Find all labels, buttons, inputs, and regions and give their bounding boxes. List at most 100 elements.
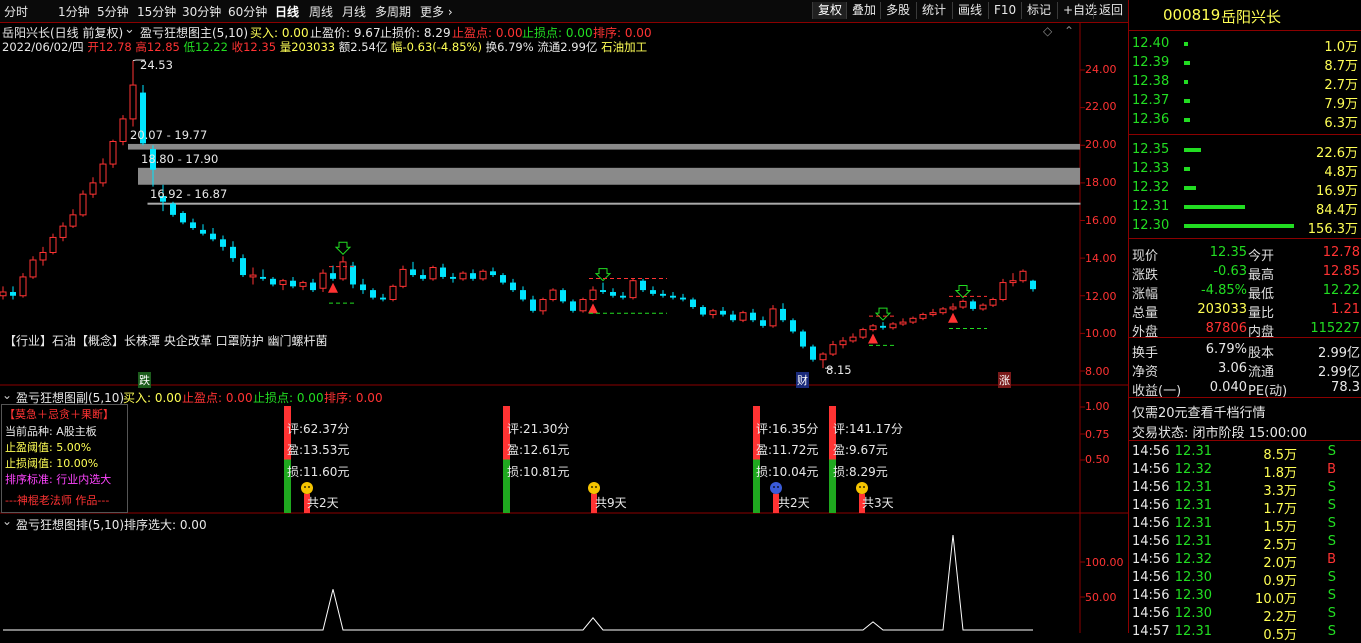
tick-time: 14:56 [1132,534,1170,549]
period-tab-fenshi[interactable]: 分时 [4,3,28,20]
stat-label: 最高 [1248,268,1275,283]
mark-button[interactable]: 标记 [1021,2,1056,19]
stock-name: 岳阳兴长 [1221,8,1282,26]
signal-loss: 损:10.81元 [507,465,570,479]
period-tab-multi[interactable]: 多周期 [375,3,411,20]
back-button[interactable]: 返回 [1093,2,1128,19]
candle-body [249,274,257,278]
promo-link[interactable]: 仅需20元查看千档行情 [1132,402,1266,421]
tick-row: 14:56 12.31 2.5万 S [1129,533,1361,553]
emoji-eye [859,486,861,488]
stat-label: 涨幅 [1132,287,1159,302]
info-line: 当前品种: A股主板 [5,425,97,438]
bid-volume: 84.4万 [1316,203,1358,218]
candle-body [959,300,967,308]
signal-score: 评:62.37分 [287,422,350,436]
fuquan-button[interactable]: 复权 [812,2,848,19]
tick-price: 12.30 [1174,606,1212,621]
candle-body [670,295,676,298]
emoji-eye [863,486,865,488]
tick-price: 12.31 [1174,444,1212,459]
tick-price: 12.31 [1174,516,1212,531]
axis-tick: 10.00 [1085,327,1117,340]
tick-price: 12.32 [1174,552,1212,567]
tick-row: 14:56 12.32 1.8万 B [1129,461,1361,481]
stat-value: 87806 [1205,321,1247,336]
tick-time: 14:56 [1132,606,1170,621]
stat-value: 0.040 [1209,380,1247,395]
tick-side: S [1327,534,1336,549]
die-marker[interactable]: 跌 [138,372,151,388]
zhang-marker[interactable]: 涨 [998,372,1011,388]
candle-body [520,290,526,300]
ask-price: 12.37 [1132,93,1170,108]
statistics-button[interactable]: 统计 [916,2,951,19]
tick-side: S [1327,498,1336,513]
multi-stock-button[interactable]: 多股 [880,2,915,19]
period-toolbar: 分时 1分钟 5分钟 15分钟 30分钟 60分钟 日线 周线 月线 多周期 更… [0,0,1128,23]
signal-score: 评:141.17分 [833,422,904,436]
period-tab-30min[interactable]: 30分钟 [182,3,221,20]
signal-profit: 盈:11.72元 [756,443,819,457]
candle-body [360,284,366,291]
kline-chart[interactable] [0,22,1128,633]
signal-score: 评:21.30分 [507,422,570,436]
overlay-button[interactable]: 叠加 [846,2,881,19]
period-tab-60min[interactable]: 60分钟 [228,3,267,20]
tick-time: 14:56 [1132,516,1170,531]
candle-body [989,299,997,306]
candle-body [880,325,886,328]
candle-body [79,193,87,216]
volume-bar [1184,61,1190,65]
f10-button[interactable]: F10 [988,2,1021,19]
cai-marker[interactable]: 财 [796,372,809,388]
candle-body [730,314,736,321]
stat-value: 12.35 [1209,245,1247,260]
sub1-dropdown-icon[interactable]: ⌄ [2,388,12,402]
candle-body [600,290,606,292]
period-tab-15min[interactable]: 15分钟 [137,3,176,20]
sub1-stop-loss: 止损点: 0.00 [253,391,324,405]
volume-bar [1184,42,1188,46]
tick-row: 14:56 12.31 1.5万 S [1129,515,1361,535]
tick-row: 14:56 12.32 2.0万 B [1129,551,1361,571]
tick-time: 14:56 [1132,462,1170,477]
candle-body [270,278,276,285]
period-tab-5min[interactable]: 5分钟 [97,3,129,20]
candle-body [440,267,446,277]
candle-body [610,291,616,296]
volume-bar [1184,118,1190,122]
sub2-title[interactable]: 盈亏狂想图排(5,10) [16,516,124,533]
low-price-label: 8.15 [826,363,852,377]
candle-body [620,295,626,298]
candle-body [29,259,37,278]
stat-value: 2.99亿 [1318,365,1360,380]
gap1-label: 20.07 - 19.77 [130,128,208,142]
bid-row: 12.31 84.4万 [1129,198,1361,218]
tick-time: 14:57 [1132,624,1170,639]
ask-row: 12.37 7.9万 [1129,92,1361,112]
signal-loss: 损:11.60元 [287,465,350,479]
sub1-rank: 排序: 0.00 [324,391,383,405]
candle-body [490,271,496,276]
draw-line-button[interactable]: 画线 [952,2,987,19]
tick-row: 14:57 12.31 0.5万 S [1129,623,1361,643]
period-tab-month[interactable]: 月线 [342,3,366,20]
period-tab-week[interactable]: 周线 [309,3,333,20]
bid-price: 12.32 [1132,180,1170,195]
buy-arrow-icon [328,282,338,293]
sub1-stop-profit: 止盈点: 0.00 [182,391,253,405]
volume-bar [1184,186,1197,190]
period-tab-day[interactable]: 日线 [275,3,299,20]
period-tab-more[interactable]: 更多 › [420,3,453,20]
buy-arrow-icon [588,303,598,314]
sub2-dropdown-icon[interactable]: ⌄ [2,514,12,528]
gap2-label: 18.80 - 17.90 [141,152,219,166]
axis-tick: 8.00 [1085,365,1110,378]
gap-band [147,202,1081,205]
period-tab-1min[interactable]: 1分钟 [58,3,90,20]
emoji-face-icon [856,482,868,494]
tick-side: S [1327,480,1336,495]
tick-row: 14:56 12.30 0.9万 S [1129,569,1361,589]
candle-body [720,310,726,315]
